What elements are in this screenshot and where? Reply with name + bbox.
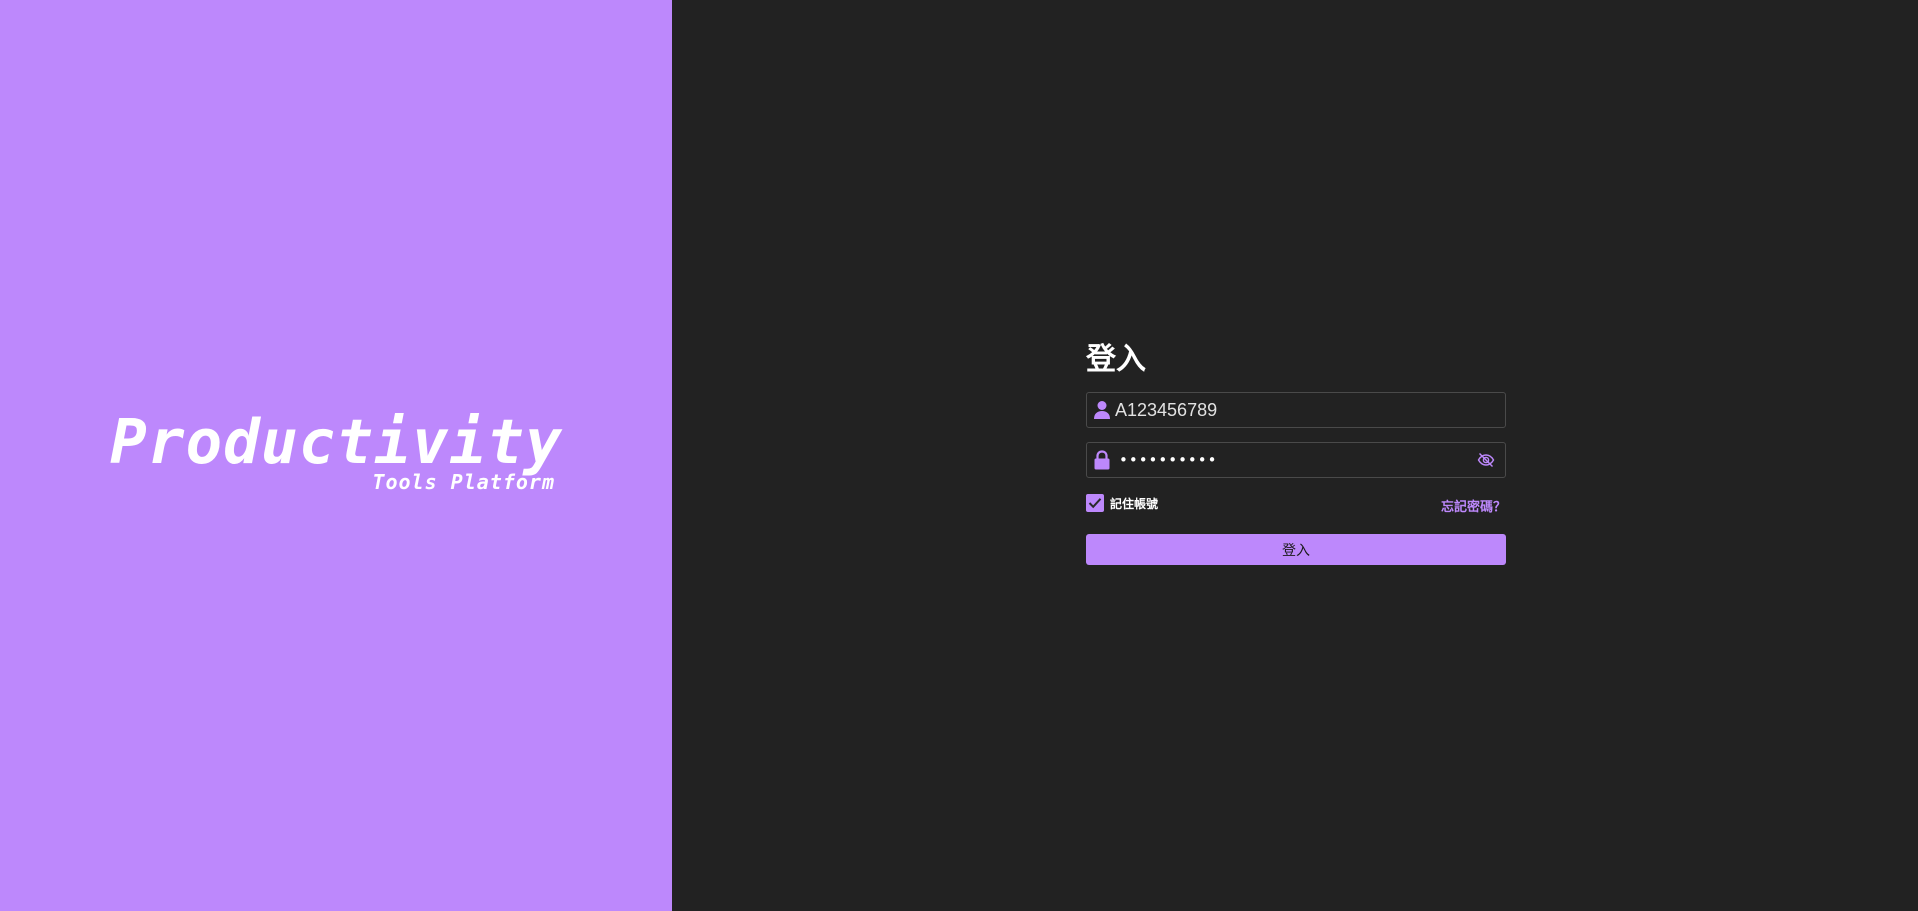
lock-icon	[1093, 449, 1111, 471]
check-icon	[1088, 498, 1102, 509]
forgot-password-link[interactable]: 忘記密碼？	[1441, 496, 1506, 515]
login-button[interactable]: 登入	[1086, 534, 1506, 565]
password-field[interactable]: ••••••••••	[1086, 442, 1506, 478]
login-form: 登入 ••••••••••	[1086, 340, 1506, 565]
password-input[interactable]: ••••••••••	[1115, 445, 1475, 475]
login-page: Productivity Tools Platform 登入 A12345678…	[0, 0, 1918, 911]
brand-logo: Productivity Tools Platform	[110, 407, 565, 495]
login-heading: 登入	[1086, 342, 1146, 377]
username-field[interactable]	[1086, 392, 1506, 428]
login-panel: 登入 ••••••••••	[672, 0, 1918, 911]
user-icon	[1093, 399, 1111, 421]
brand-title: Productivity	[110, 407, 563, 478]
remember-checkbox[interactable]	[1086, 494, 1104, 512]
remember-label: 記住帳號	[1110, 496, 1159, 511]
remember-account[interactable]: 記住帳號	[1086, 494, 1158, 512]
username-input[interactable]	[1115, 395, 1497, 425]
brand-panel: Productivity Tools Platform	[0, 0, 672, 911]
eye-slash-icon[interactable]	[1475, 449, 1497, 471]
login-options-row: 記住帳號 忘記密碼？	[1086, 491, 1506, 515]
